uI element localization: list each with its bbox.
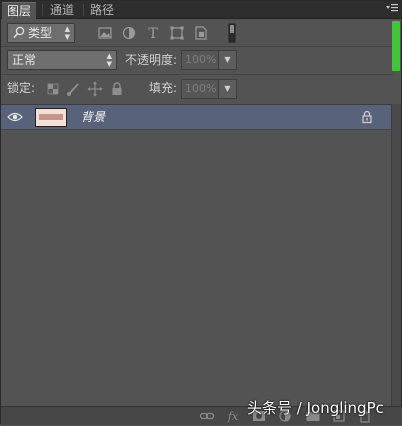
layer-row[interactable]: 背景	[1, 105, 393, 130]
lock-position-icon[interactable]	[87, 81, 103, 97]
fill-input[interactable]: 100%	[181, 79, 219, 99]
blend-mode-value: 正常	[12, 53, 37, 67]
tab-channels[interactable]: 通道	[45, 2, 79, 19]
select-arrows-icon: ▲ ▼	[106, 52, 112, 68]
layers-list: 背景	[1, 104, 393, 406]
adjustment-layer-filter-icon[interactable]	[121, 25, 137, 41]
search-icon	[12, 25, 26, 39]
tab-separator	[83, 4, 84, 16]
opacity-label: 不透明度:	[125, 53, 178, 67]
lock-row: 锁定: 填充: 100% ▼	[1, 77, 393, 101]
opacity-input[interactable]: 100%	[181, 50, 219, 70]
lock-transparent-pixels-icon[interactable]	[45, 81, 61, 97]
shape-layer-filter-icon[interactable]	[169, 25, 185, 41]
select-arrows-icon: ▲ ▼	[64, 25, 70, 41]
lock-label: 锁定:	[7, 81, 36, 95]
watermark-text: 头条号 / JonglingPc	[247, 399, 384, 417]
link-layers-icon[interactable]	[199, 409, 215, 423]
tab-separator	[42, 4, 43, 16]
type-layer-filter-icon[interactable]: T	[145, 25, 161, 42]
eye-icon[interactable]	[7, 110, 23, 124]
panel-tab-bar: 图层 通道 路径	[1, 1, 402, 19]
blend-mode-select[interactable]: 正常 ▲ ▼	[7, 50, 117, 70]
filter-row: 类型 ▲ ▼ T	[1, 21, 393, 45]
panel-menu-icon[interactable]	[385, 3, 399, 15]
fill-label: 填充:	[149, 81, 178, 95]
pixel-layer-filter-icon[interactable]	[97, 25, 113, 41]
lock-all-icon[interactable]	[109, 81, 125, 97]
layers-scrollbar[interactable]	[391, 104, 401, 406]
lock-image-pixels-icon[interactable]	[65, 81, 81, 97]
opacity-dropdown-button[interactable]: ▼	[219, 50, 237, 70]
layer-name[interactable]: 背景	[81, 109, 105, 125]
svg-text:fx: fx	[227, 410, 239, 423]
panel-resize-indicator	[392, 21, 400, 71]
divider	[1, 46, 393, 47]
filter-kind-select[interactable]: 类型 ▲ ▼	[7, 23, 75, 43]
lock-icon[interactable]	[361, 110, 373, 124]
layer-thumbnail[interactable]	[35, 108, 67, 127]
smart-object-filter-icon[interactable]	[193, 25, 209, 41]
layers-panel: 图层 通道 路径 类型 ▲ ▼ T 正常 ▲ ▼ 不透明度: 100% ▼ 锁定…	[0, 0, 402, 425]
filter-toggle-icon[interactable]	[227, 23, 237, 43]
svg-text:T: T	[148, 26, 158, 41]
thumbnail-content	[39, 114, 63, 120]
fill-dropdown-button[interactable]: ▼	[219, 79, 237, 99]
layer-style-fx-icon[interactable]: fx	[225, 409, 241, 423]
divider	[1, 74, 393, 75]
blend-row: 正常 ▲ ▼ 不透明度: 100% ▼	[1, 48, 393, 72]
tab-layers[interactable]: 图层	[2, 2, 37, 19]
filter-kind-label: 类型	[28, 26, 53, 40]
tab-paths[interactable]: 路径	[85, 2, 119, 19]
